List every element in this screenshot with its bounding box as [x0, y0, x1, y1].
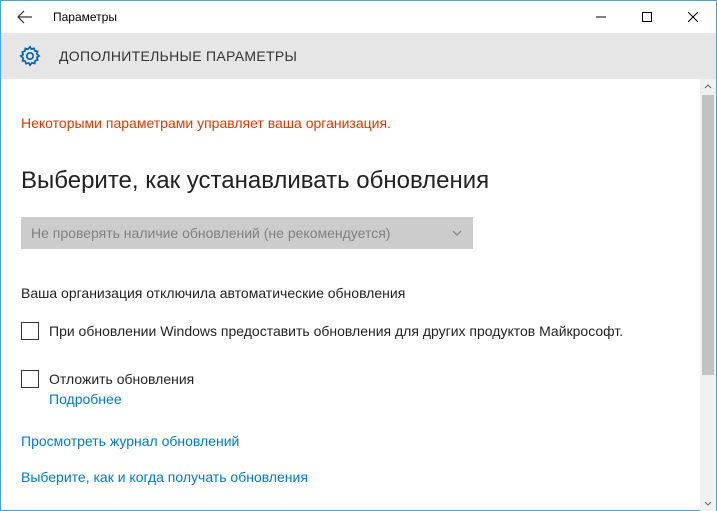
- chevron-up-icon: [704, 83, 712, 91]
- dropdown-value: Не проверять наличие обновлений (не реко…: [31, 225, 390, 241]
- maximize-button[interactable]: [624, 1, 670, 33]
- maximize-icon: [642, 12, 652, 22]
- choose-delivery-link[interactable]: Выберите, как и когда получать обновлени…: [21, 469, 308, 485]
- chevron-down-icon: [451, 227, 463, 239]
- checkbox-other-products-label: При обновлении Windows предоставить обно…: [49, 321, 623, 341]
- window-title: Параметры: [53, 10, 117, 24]
- learn-more-link[interactable]: Подробнее: [49, 391, 122, 407]
- page-header: ДОПОЛНИТЕЛЬНЫЕ ПАРАМЕТРЫ: [1, 33, 716, 79]
- view-history-link[interactable]: Просмотреть журнал обновлений: [21, 433, 239, 449]
- minimize-button[interactable]: [578, 1, 624, 33]
- checkbox-defer-label: Отложить обновления: [49, 369, 194, 389]
- checkbox-other-products[interactable]: [21, 322, 39, 340]
- scroll-up-button[interactable]: [700, 79, 716, 95]
- scroll-thumb[interactable]: [702, 95, 714, 375]
- scroll-down-button[interactable]: [700, 495, 716, 511]
- content-area: Некоторыми параметрами управляет ваша ор…: [1, 79, 716, 510]
- checkbox-defer-updates[interactable]: [21, 370, 39, 388]
- back-arrow-icon: [16, 8, 34, 26]
- page-title: ДОПОЛНИТЕЛЬНЫЕ ПАРАМЕТРЫ: [59, 48, 297, 64]
- close-button[interactable]: [670, 1, 716, 33]
- update-mode-dropdown[interactable]: Не проверять наличие обновлений (не реко…: [21, 217, 473, 249]
- gear-icon: [19, 45, 41, 67]
- org-disabled-text: Ваша организация отключила автоматически…: [21, 285, 696, 301]
- title-bar: Параметры: [1, 1, 716, 33]
- window-controls: [578, 1, 716, 33]
- checkbox-other-products-row: При обновлении Windows предоставить обно…: [21, 321, 696, 341]
- chevron-down-icon: [704, 499, 712, 507]
- checkbox-defer-row: Отложить обновления: [21, 369, 696, 389]
- vertical-scrollbar[interactable]: [700, 79, 716, 511]
- section-title: Выберите, как устанавливать обновления: [21, 167, 696, 195]
- org-managed-notice: Некоторыми параметрами управляет ваша ор…: [21, 115, 696, 131]
- close-icon: [688, 12, 698, 22]
- minimize-icon: [596, 12, 606, 22]
- back-button[interactable]: [1, 1, 49, 33]
